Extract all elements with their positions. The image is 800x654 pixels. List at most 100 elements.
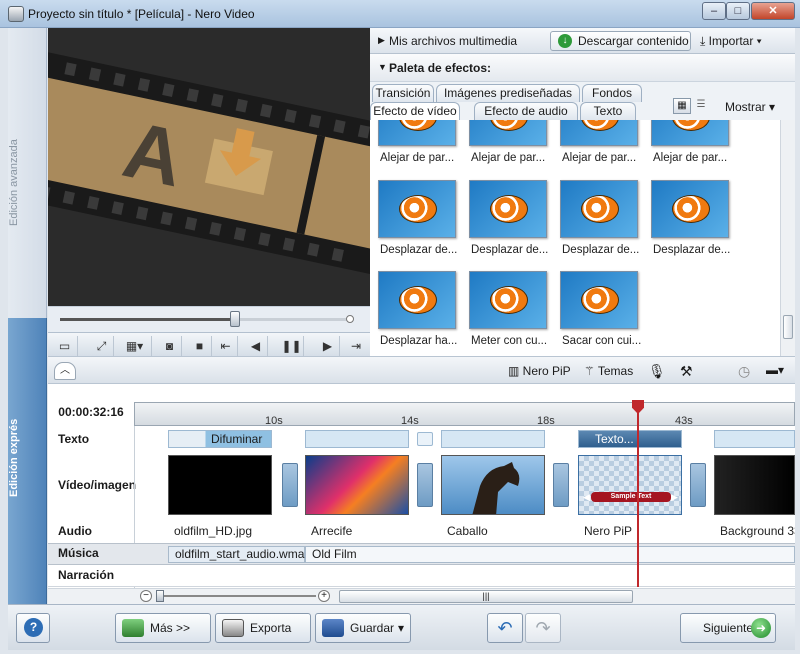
clownfish-image: [581, 120, 619, 131]
clownfish-image: [672, 195, 710, 223]
advanced-edit-tab[interactable]: Edición avanzada: [8, 28, 47, 318]
music-clip[interactable]: oldfilm_start_audio.wma: [168, 546, 305, 563]
zoom-out-icon[interactable]: −: [140, 590, 152, 602]
zoom-slider-track[interactable]: [156, 595, 316, 597]
text-clip-empty[interactable]: [441, 430, 545, 448]
hammer-icon[interactable]: ⚒: [680, 363, 693, 380]
title-bar: Proyecto sin título * [Película] - Nero …: [0, 0, 800, 28]
video-clip-background[interactable]: [714, 455, 795, 515]
show-dropdown[interactable]: Mostrar ▾: [725, 100, 775, 114]
save-button[interactable]: Guardar ▾: [315, 613, 411, 643]
music-clip[interactable]: Old Film: [305, 546, 795, 563]
stop-icon[interactable]: ■: [188, 336, 212, 356]
clownfish-image: [581, 195, 619, 223]
effect-thumbnail[interactable]: [651, 120, 729, 146]
effect-label: Alejar de par...: [380, 152, 455, 164]
text-clip-empty[interactable]: [305, 430, 409, 448]
close-button[interactable]: ✕: [751, 2, 795, 20]
tab-video-effect[interactable]: Efecto de vídeo: [370, 102, 460, 120]
go-to-start-icon[interactable]: ⇤: [214, 336, 238, 356]
undo-icon[interactable]: ↶: [487, 613, 523, 643]
monitor-icon[interactable]: ▭: [52, 336, 78, 356]
themes-button[interactable]: ⚚ Temas: [584, 364, 633, 378]
download-content-button[interactable]: ↓ Descargar contenido: [550, 31, 691, 51]
more-button[interactable]: Más >>: [115, 613, 211, 643]
nero-pip-button[interactable]: ▥ Nero PiP: [508, 364, 571, 378]
redo-icon[interactable]: ↷: [525, 613, 561, 643]
previous-frame-icon[interactable]: ◀: [244, 336, 268, 356]
tab-backgrounds[interactable]: Fondos: [582, 84, 642, 102]
tab-text[interactable]: Texto: [580, 102, 636, 120]
express-edit-tab[interactable]: Edición exprés: [8, 318, 47, 604]
effect-thumbnail[interactable]: [560, 180, 638, 238]
maximize-button[interactable]: □: [726, 2, 750, 20]
import-button[interactable]: ⤓ Importar ▾: [700, 31, 780, 51]
effect-label: Desplazar de...: [653, 244, 731, 256]
zoom-slider-handle[interactable]: [156, 590, 164, 602]
clock-icon[interactable]: ◷: [738, 363, 750, 380]
clownfish-image: [490, 286, 528, 314]
effect-thumbnail[interactable]: [560, 271, 638, 329]
collapse-arrow-icon[interactable]: ▼: [378, 62, 387, 72]
help-button[interactable]: ?: [16, 613, 50, 643]
effect-thumbnail[interactable]: [469, 120, 547, 146]
grid-view-icon[interactable]: ▦: [673, 98, 691, 114]
next-frame-icon[interactable]: ▶: [316, 336, 340, 356]
timeline-scrollbar[interactable]: − + |||: [134, 588, 795, 604]
clownfish-image: [399, 120, 437, 131]
timeline-options-icon[interactable]: ▬▾: [766, 363, 784, 377]
pip-right-arrow-icon: ▶: [671, 492, 678, 502]
go-to-end-icon[interactable]: ⇥: [344, 336, 368, 356]
expand-arrow-icon[interactable]: ▶: [378, 35, 385, 46]
tab-transition[interactable]: Transición: [372, 84, 434, 102]
effect-thumbnail[interactable]: [469, 271, 547, 329]
scrollbar-thumb[interactable]: [783, 315, 793, 339]
text-clip-selected[interactable]: Texto...: [578, 430, 682, 448]
effect-thumbnail[interactable]: [378, 271, 456, 329]
effect-thumbnail[interactable]: [651, 180, 729, 238]
effect-thumbnail[interactable]: [378, 120, 456, 146]
fullscreen-icon[interactable]: ⤢: [90, 336, 114, 356]
text-clip-blur[interactable]: Difuminar: [168, 430, 272, 448]
my-media-link[interactable]: Mis archivos multimedia: [389, 34, 517, 48]
aspect-ratio-icon[interactable]: ▦▾: [118, 336, 152, 356]
scrollbar-thumb[interactable]: |||: [339, 590, 633, 603]
video-clip-oldfilm[interactable]: [168, 455, 272, 515]
import-icon: ⤓: [700, 34, 709, 48]
pause-icon[interactable]: ❚❚: [280, 336, 304, 356]
narration-track-label: Narración: [58, 568, 115, 582]
video-clip-pip[interactable]: Sample Text ◀ ▶: [578, 455, 682, 515]
export-button[interactable]: Exporta: [215, 613, 311, 643]
transition-slot[interactable]: [417, 463, 433, 507]
text-clip-empty[interactable]: [714, 430, 795, 448]
preview-scrubber[interactable]: [48, 306, 370, 332]
next-button[interactable]: Siguiente ➜: [680, 613, 776, 643]
zoom-in-icon[interactable]: +: [318, 590, 330, 602]
microphone-icon[interactable]: 🎙︎: [648, 363, 666, 380]
zoom-area-bg: [48, 588, 134, 604]
download-label: Descargar contenido: [578, 34, 689, 48]
ruler-tick: 43s: [675, 415, 693, 427]
effect-thumbnail[interactable]: [378, 180, 456, 238]
transition-slot[interactable]: [553, 463, 569, 507]
next-label: Siguiente: [703, 621, 754, 635]
clip-name: Background 33: [720, 524, 795, 538]
scrubber-handle[interactable]: [230, 311, 240, 327]
tab-clipart[interactable]: Imágenes prediseñadas: [436, 84, 580, 102]
gallery-scrollbar[interactable]: [780, 120, 795, 356]
list-view-icon[interactable]: ☰: [693, 98, 709, 114]
transition-slot[interactable]: [690, 463, 706, 507]
effect-label: Sacar con cui...: [562, 335, 642, 347]
effect-thumbnail[interactable]: [469, 180, 547, 238]
video-clip-reef[interactable]: [305, 455, 409, 515]
transition-slot[interactable]: [282, 463, 298, 507]
time-ruler[interactable]: 10s 14s 18s 43s: [134, 402, 795, 427]
video-clip-horse[interactable]: [441, 455, 545, 515]
bottom-bar: ? Más >> Exporta Guardar ▾ ↶ ↷ Siguiente…: [8, 604, 795, 650]
collapse-up-icon[interactable]: ︿: [54, 362, 76, 380]
effect-thumbnail[interactable]: [560, 120, 638, 146]
minimize-button[interactable]: –: [702, 2, 726, 20]
text-transition-icon[interactable]: [417, 432, 433, 446]
snapshot-icon[interactable]: ◙: [158, 336, 182, 356]
tab-audio-effect[interactable]: Efecto de audio: [474, 102, 578, 120]
